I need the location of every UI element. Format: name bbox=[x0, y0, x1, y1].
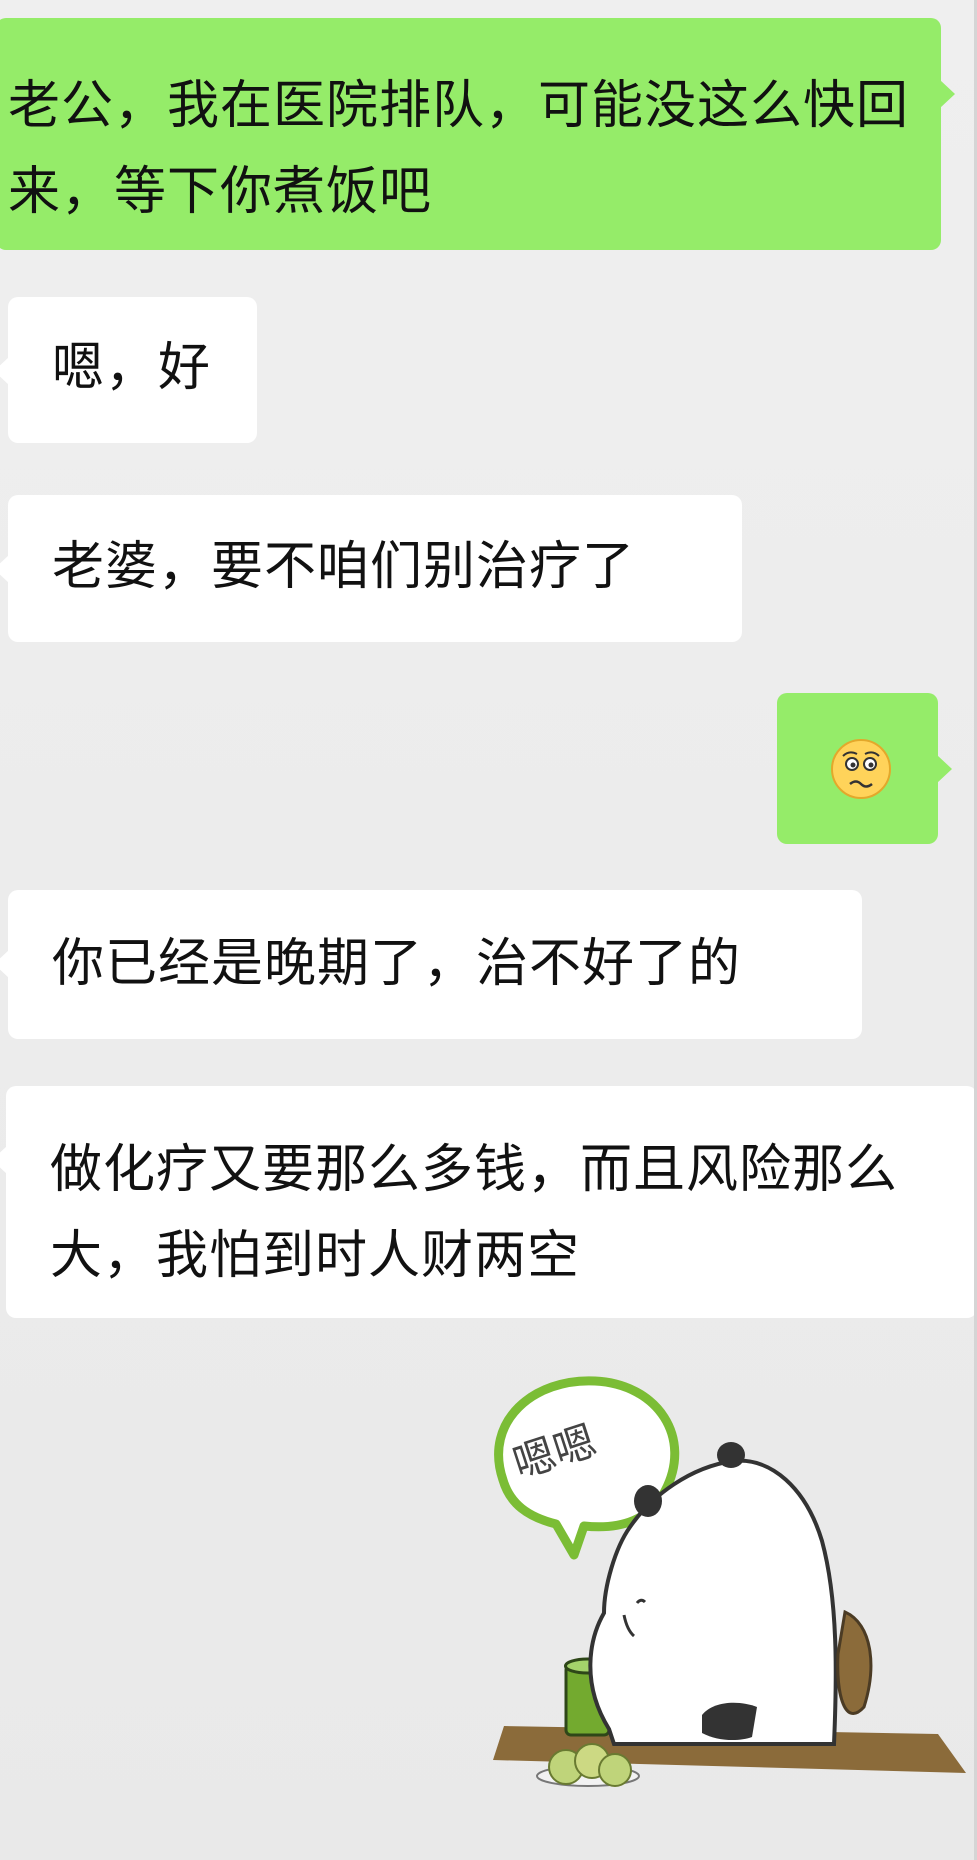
message-text: 你已经是晚期了，治不好了的 bbox=[52, 934, 742, 994]
message-text: 老婆，要不咱们别治疗了 bbox=[52, 537, 636, 597]
received-message-bubble[interactable]: 嗯，好 bbox=[0, 297, 257, 443]
received-message-bubble[interactable]: 你已经是晚期了，治不好了的 bbox=[0, 890, 862, 1039]
message-text: 嗯，好 bbox=[52, 338, 212, 398]
panda-sticker[interactable]: 嗯嗯 bbox=[488, 1368, 977, 1808]
chat-conversation: 老公，我在医院排队，可能没这么快回来，等下你煮饭吧 嗯，好 老婆，要不咱们别治疗… bbox=[0, 0, 977, 1860]
sent-emoji-bubble[interactable] bbox=[777, 693, 952, 844]
received-message-bubble[interactable]: 做化疗又要那么多钱，而且风险那么大，我怕到时人财两空 bbox=[0, 1086, 977, 1318]
worried-face-emoji bbox=[831, 739, 891, 799]
message-text: 老公，我在医院排队，可能没这么快回来，等下你煮饭吧 bbox=[8, 76, 910, 222]
sent-message-bubble[interactable]: 老公，我在医院排队，可能没这么快回来，等下你煮饭吧 bbox=[0, 18, 955, 250]
received-message-bubble[interactable]: 老婆，要不咱们别治疗了 bbox=[0, 495, 742, 642]
message-text: 做化疗又要那么多钱，而且风险那么大，我怕到时人财两空 bbox=[50, 1140, 899, 1286]
